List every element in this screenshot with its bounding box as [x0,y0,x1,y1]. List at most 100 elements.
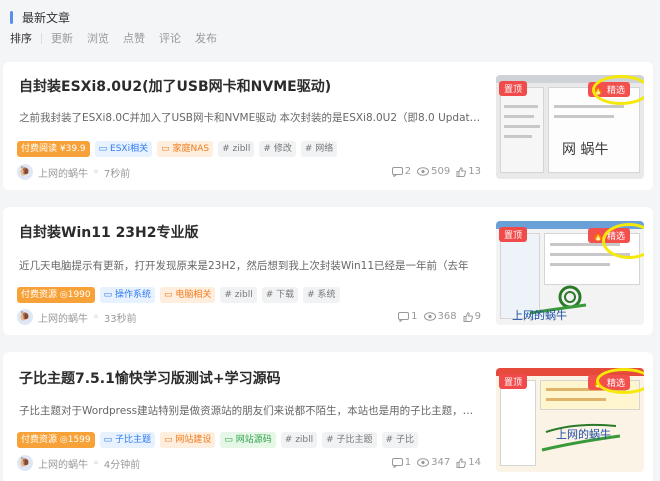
eye-icon [417,458,430,467]
post-card[interactable]: 自封装ESXi8.0U2(加了USB网卡和NVME驱动) 之前我封装了ESXi8… [3,62,653,190]
post-meta: 🐌 上网的蜗牛 ◦ 33秒前 [17,309,137,325]
category-tag[interactable]: ▭ 子比主题 [99,432,156,448]
keyword-tag[interactable]: # 系统 [303,287,340,303]
thumbs-up-icon [456,457,467,468]
post-tags: 付费资源 ◎1599 ▭ 子比主题 ▭ 网站建设 ▭ 网站源码 # zibll … [17,432,423,448]
post-card[interactable]: 自封装Win11 23H2专业版 近几天电脑提示有更新，打开发现原来是23H2，… [3,207,653,335]
post-meta: 🐌 上网的蜗牛 ◦ 4分钟前 [17,455,140,471]
keyword-tag[interactable]: # 下载 [261,287,299,303]
thumb-line [546,398,606,401]
category-tag[interactable]: ▭ 网站建设 [160,432,216,448]
post-excerpt: 之前我封装了ESXi8.0C并加入了USB网卡和NVME驱动 本次封装的是ESX… [19,112,481,124]
thumb-line [504,105,538,108]
post-tags: 付费阅读 ¥39.9 ▭ ESXi相关 ▭ 家庭NAS # zibll # 修改… [17,141,342,157]
post-stats: 2 509 13 [386,166,481,177]
meta-dot: ◦ [93,311,99,323]
keyword-tag[interactable]: # zibll [220,287,257,303]
thumb-watermark: 网 蜗牛 [562,142,609,158]
comment-count: 2 [391,166,411,177]
category-tag[interactable]: ▭ 网站源码 [220,432,276,448]
eye-icon [417,167,430,176]
price-badge[interactable]: 付费阅读 ¥39.9 [17,141,90,157]
category-tag[interactable]: ▭ ESXi相关 [94,141,153,157]
thumb-line [504,115,534,118]
sort-option-updated[interactable]: 更新 [51,30,73,46]
post-excerpt: 近几天电脑提示有更新，打开发现原来是23H2，然后想到我上次封装Win11已经是… [19,260,469,272]
post-thumbnail[interactable]: 上网的蜗牛 置顶 🔥 精选 [496,221,644,325]
sort-option-published[interactable]: 发布 [195,30,217,46]
thumb-line [550,263,610,266]
price-badge[interactable]: 付费资源 ◎1990 [17,287,95,303]
comment-count: 1 [391,457,411,468]
comment-icon [391,166,403,177]
post-card[interactable]: 子比主题7.5.1愉快学习版测试+学习源码 子比主题对于Wordpress建站特… [3,352,653,481]
like-count[interactable]: 9 [463,311,481,322]
thumbs-up-icon [463,311,473,322]
author-name[interactable]: 上网的蜗牛 [38,310,88,325]
meta-dot: ◦ [93,166,99,178]
post-meta: 🐌 上网的蜗牛 ◦ 7秒前 [17,164,130,180]
view-count: 509 [417,166,450,177]
post-thumbnail[interactable]: 网 蜗牛 置顶 🔥 精选 [496,75,644,179]
section-accent-bar [10,11,13,24]
keyword-tag[interactable]: # 修改 [259,141,296,157]
category-tag[interactable]: ▭ 电脑相关 [160,287,216,303]
section-title: 最新文章 [22,11,71,25]
keyword-tag[interactable]: # 子比 [381,432,418,448]
sort-label: 排序 [10,32,32,45]
thumb-watermark: 上网的蜗牛 [556,428,611,441]
sticky-badge: 置顶 [499,81,528,96]
view-count: 368 [423,311,457,322]
thumb-line [504,125,540,128]
comment-icon [391,457,403,468]
highlight-ring [596,368,644,394]
avatar[interactable]: 🐌 [17,164,33,180]
view-count: 347 [417,457,450,468]
sort-option-views[interactable]: 浏览 [87,30,109,46]
post-stats: 1 368 9 [392,311,481,322]
article-list-page: 最新文章 排序 更新 浏览 点赞 评论 发布 自封装ESXi8.0U2(加了US… [0,0,660,481]
post-time: 7秒前 [103,168,131,180]
like-count[interactable]: 13 [456,166,481,177]
avatar[interactable]: 🐌 [17,309,33,325]
author-name[interactable]: 上网的蜗牛 [38,456,88,471]
section-header: 最新文章 [10,9,70,26]
sort-option-likes[interactable]: 点赞 [123,30,145,46]
post-excerpt: 子比主题对于Wordpress建站特别是做资源站的朋友们来说都不陌生，本站也是用… [19,405,481,417]
post-title[interactable]: 自封装ESXi8.0U2(加了USB网卡和NVME驱动) [19,76,331,96]
post-title[interactable]: 子比主题7.5.1愉快学习版测试+学习源码 [19,368,281,388]
thumb-screenshot-sidebar [500,87,544,173]
like-count[interactable]: 14 [456,457,481,468]
thumb-watermark: 上网的蜗牛 [512,309,567,322]
comment-icon [398,311,410,322]
post-time: 4分钟前 [103,459,141,471]
category-tag[interactable]: ▭ 操作系统 [99,287,156,303]
keyword-tag[interactable]: # 网络 [300,141,338,157]
thumb-line [554,115,614,118]
sticky-badge: 置顶 [499,374,528,389]
eye-icon [423,312,436,321]
thumb-line [504,135,532,138]
sort-divider [41,32,42,44]
meta-dot: ◦ [93,457,99,469]
highlight-ring [592,75,644,105]
sort-option-comments[interactable]: 评论 [159,30,181,46]
price-badge[interactable]: 付费资源 ◎1599 [17,432,95,448]
comment-count: 1 [398,311,418,322]
author-name[interactable]: 上网的蜗牛 [38,165,88,180]
post-tags: 付费资源 ◎1990 ▭ 操作系统 ▭ 电脑相关 # zibll # 下载 # … [17,287,345,303]
post-title[interactable]: 自封装Win11 23H2专业版 [19,222,199,242]
keyword-tag[interactable]: # zibll [218,141,255,157]
thumbs-up-icon [456,166,467,177]
post-stats: 1 347 14 [386,457,481,468]
thumb-screenshot-sidebar [500,380,536,466]
post-time: 33秒前 [103,313,137,325]
sticky-badge: 置顶 [499,227,528,242]
sort-bar: 排序 更新 浏览 点赞 评论 发布 [10,30,231,46]
keyword-tag[interactable]: # 子比主题 [322,432,377,448]
category-tag[interactable]: ▭ 家庭NAS [157,141,214,157]
avatar[interactable]: 🐌 [17,455,33,471]
keyword-tag[interactable]: # zibll [280,432,318,448]
post-thumbnail[interactable]: 上网的蜗牛 置顶 🔥 精选 [496,368,644,472]
thumb-line [554,105,624,108]
